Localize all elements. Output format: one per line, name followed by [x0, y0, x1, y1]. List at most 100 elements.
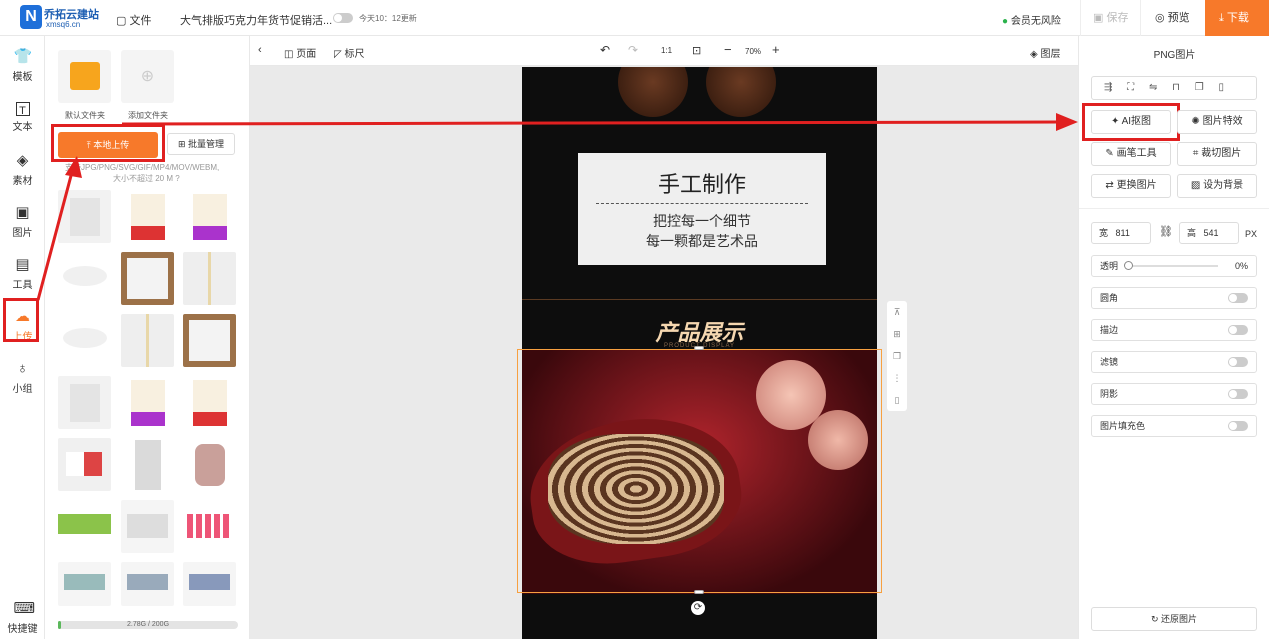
ruler-toggle[interactable]: ◸ 标尺 — [334, 45, 364, 60]
flip-icon[interactable]: ⇋ — [1149, 82, 1157, 93]
preview-label: 预览 — [1167, 12, 1190, 24]
filter-toggle[interactable] — [1228, 357, 1248, 367]
asset-thumbnail[interactable] — [183, 562, 236, 606]
opacity-label: 透明 — [1100, 261, 1119, 271]
width-value: 811 — [1115, 228, 1130, 238]
batch-manage-button[interactable]: ⊞ 批量管理 — [167, 133, 235, 155]
redo-icon[interactable]: ↷ — [628, 43, 638, 57]
chocolate-image — [618, 67, 688, 117]
asset-thumbnail[interactable] — [58, 500, 111, 553]
rail-item-template[interactable]: 👕 模板 — [0, 42, 45, 92]
auto-save-toggle[interactable] — [333, 13, 353, 23]
restore-image-button[interactable]: ↻ 还原图片 — [1091, 607, 1257, 631]
asset-thumbnail[interactable] — [58, 562, 111, 606]
asset-thumbnail[interactable] — [58, 376, 111, 429]
asset-thumbnail[interactable] — [183, 190, 236, 243]
member-status[interactable]: ● 会员无风险 — [1002, 12, 1061, 27]
filter-label: 滤镜 — [1100, 357, 1119, 367]
layers-button[interactable]: ◈ 图层 — [1030, 45, 1060, 60]
property-panel: PNG图片 ⇶ ⛶ ⇋ ⊓ ❐ ▯ ✦ AI抠图 ✺ 图片特效 ✎ 画笔工具 ⌗… — [1078, 36, 1269, 639]
asset-thumbnail[interactable] — [121, 190, 174, 243]
asset-thumbnail[interactable] — [58, 314, 111, 367]
copy-icon[interactable]: ❐ — [1195, 82, 1204, 93]
storage-text: 2.78G / 200G — [126, 621, 170, 628]
shadow-toggle[interactable] — [1228, 389, 1248, 399]
file-menu[interactable]: ▢ 文件 — [116, 12, 151, 28]
asset-thumbnail[interactable] — [121, 314, 174, 367]
corner-label: 圆角 — [1100, 293, 1119, 303]
asset-thumbnail[interactable] — [183, 314, 236, 367]
align-icon[interactable]: ⇶ — [1104, 82, 1112, 93]
rail-item-shortcuts[interactable]: ⌨ 快捷键 — [0, 594, 45, 644]
asset-thumbnail[interactable] — [183, 252, 236, 305]
delete-icon[interactable]: ▯ — [1218, 82, 1224, 93]
stroke-toggle[interactable] — [1228, 325, 1248, 335]
download-button[interactable]: ⤓ 下载 — [1205, 0, 1269, 36]
preview-button[interactable]: ◎ 预览 — [1140, 0, 1205, 36]
shadow-label: 阴影 — [1100, 389, 1119, 399]
asset-thumbnail[interactable] — [121, 500, 174, 553]
folder-default-label: 默认文件夹 — [65, 111, 105, 120]
help-icon: ? — [175, 174, 180, 183]
asset-thumbnail[interactable] — [58, 252, 111, 305]
rail-item-group[interactable]: ♁ 小组 — [0, 354, 45, 404]
file-menu-label: 文件 — [129, 15, 152, 27]
rail-item-tools[interactable]: ▤ 工具 — [0, 250, 45, 300]
lock-icon[interactable]: ⊓ — [1172, 82, 1180, 93]
delete-page-icon[interactable]: ▯ — [887, 389, 907, 411]
move-up-icon[interactable]: ⊼ — [887, 301, 907, 323]
asset-thumbnail[interactable] — [121, 438, 174, 491]
rotate-icon[interactable]: ⟳ — [691, 601, 705, 615]
selection-box[interactable] — [517, 349, 882, 593]
asset-thumbnail[interactable] — [58, 438, 111, 491]
craft-card[interactable]: 手工制作 把控每一个细节 每一颗都是艺术品 — [578, 153, 826, 265]
page-toggle[interactable]: ◫ 页面 — [284, 45, 316, 60]
link-ratio-icon[interactable]: ⛓ — [1159, 225, 1173, 238]
asset-thumbnail[interactable] — [183, 376, 236, 429]
fit-screen-icon[interactable]: ⊡ — [692, 44, 701, 57]
rail-item-material[interactable]: ◈ 素材 — [0, 146, 45, 196]
asset-thumbnail[interactable] — [183, 438, 236, 491]
replace-image-button[interactable]: ⇄ 更换图片 — [1091, 174, 1171, 198]
undo-icon[interactable]: ↶ — [600, 43, 610, 57]
resize-handle-top[interactable] — [694, 346, 704, 350]
rail-item-text[interactable]: T 文本 — [0, 94, 45, 144]
asset-thumbnail[interactable] — [121, 252, 174, 305]
folder-default[interactable] — [58, 50, 111, 103]
zoom-in-icon[interactable]: + — [772, 42, 780, 57]
asset-thumbnail[interactable] — [183, 500, 236, 553]
corner-toggle[interactable] — [1228, 293, 1248, 303]
document-title[interactable]: 大气排版巧克力年货节促销活... — [180, 12, 332, 28]
width-field[interactable]: 宽 811 — [1091, 222, 1151, 244]
layers-icon: ◈ — [1030, 49, 1041, 60]
zoom-out-icon[interactable]: − — [724, 42, 732, 57]
replace-icon: ⇄ — [1105, 180, 1117, 191]
brand-logo-icon[interactable]: N — [20, 5, 42, 29]
opacity-slider-handle[interactable] — [1124, 261, 1133, 270]
download-label: 下载 — [1226, 12, 1249, 24]
sparkle-icon: ✺ — [1191, 116, 1203, 127]
add-page-icon[interactable]: ⊞ — [887, 323, 907, 345]
check-circle-icon: ● — [1002, 16, 1011, 27]
rail-item-image[interactable]: ▣ 图片 — [0, 198, 45, 248]
opacity-slider[interactable] — [1124, 261, 1218, 270]
asset-thumbnail[interactable] — [58, 190, 111, 243]
height-field[interactable]: 高 541 — [1179, 222, 1239, 244]
select-icon[interactable]: ⛶ — [1127, 82, 1134, 93]
collapse-panel-icon[interactable]: ‹ — [258, 44, 262, 56]
crop-icon: ⌗ — [1192, 148, 1202, 159]
fill-toggle[interactable] — [1228, 421, 1248, 431]
add-folder-button[interactable]: ⊕ — [121, 50, 174, 103]
effects-button[interactable]: ✺ 图片特效 — [1177, 110, 1257, 134]
asset-thumbnail[interactable] — [121, 562, 174, 606]
asset-thumbnail[interactable] — [121, 376, 174, 429]
split-page-icon[interactable]: ⋮ — [887, 367, 907, 389]
shapes-icon: ◈ — [16, 152, 29, 169]
copy-page-icon[interactable]: ❐ — [887, 345, 907, 367]
brush-tool-button[interactable]: ✎ 画笔工具 — [1091, 142, 1171, 166]
crop-button[interactable]: ⌗ 裁切图片 — [1177, 142, 1257, 166]
save-button[interactable]: ▣ 保存 — [1080, 0, 1140, 36]
resize-handle-bottom[interactable] — [694, 590, 704, 594]
set-background-button[interactable]: ▨ 设为背景 — [1177, 174, 1257, 198]
ratio-button[interactable]: 1:1 — [661, 46, 672, 55]
